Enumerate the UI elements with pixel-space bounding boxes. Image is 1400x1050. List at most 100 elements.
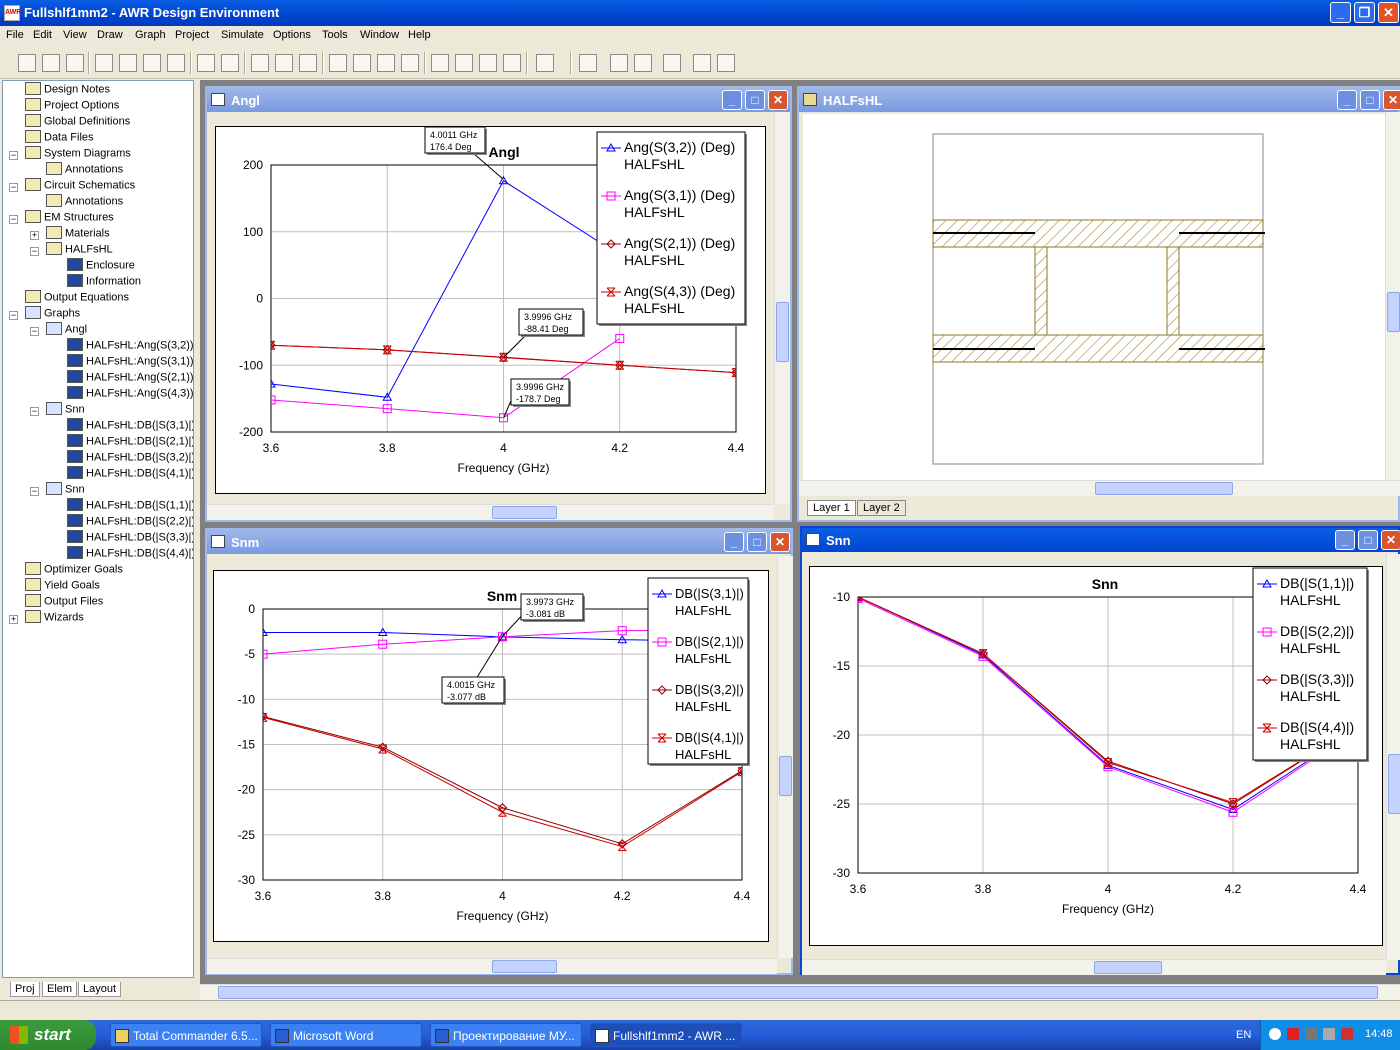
snm-maximize-button[interactable]: □ (747, 532, 767, 552)
menu-help[interactable]: Help (408, 29, 431, 41)
snm-close-button[interactable]: ✕ (770, 532, 790, 552)
menu-edit[interactable]: Edit (33, 29, 52, 41)
snm-minimize-button[interactable]: _ (724, 532, 744, 552)
tree-item[interactable]: Angl (46, 322, 87, 339)
tab-layout[interactable]: Layout (78, 982, 122, 997)
zoom-fit-icon[interactable] (299, 54, 317, 72)
halfshl-maximize-button[interactable]: □ (1360, 90, 1380, 110)
layout-icon[interactable] (579, 54, 597, 72)
collapse-icon[interactable]: − (30, 247, 39, 256)
tree-item[interactable]: HALFsHL:DB(|S(3,3)|) (67, 530, 193, 547)
tree-item[interactable]: HALFsHL:DB(|S(1,1)|) (67, 498, 193, 515)
snn-maximize-button[interactable]: □ (1358, 530, 1378, 550)
expand-icon[interactable]: + (9, 615, 18, 624)
tree-item[interactable]: HALFsHL:DB(|S(2,2)|) (67, 514, 193, 531)
tree-item[interactable]: HALFsHL:Ang(S(4,3)) (67, 386, 193, 403)
mdi-horizontal-scrollbar[interactable] (200, 984, 1400, 1000)
halfshl-horizontal-scrollbar[interactable] (799, 480, 1400, 496)
angl-close-button[interactable]: ✕ (768, 90, 788, 110)
tree-item[interactable]: Enclosure (67, 258, 135, 275)
snm-window-title-bar[interactable]: Snm _ □ ✕ (207, 530, 791, 554)
task-word-document[interactable]: Проектирование МУ... (430, 1023, 582, 1047)
tree-item[interactable]: Circuit Schematics (25, 178, 135, 195)
minimize-button[interactable]: _ (1330, 2, 1351, 23)
tree-item[interactable]: System Diagrams (25, 146, 131, 163)
tree-item[interactable]: Information (67, 274, 141, 291)
tree-item[interactable]: Wizards (25, 610, 84, 627)
menu-draw[interactable]: Draw (97, 29, 123, 41)
tree-item[interactable]: Global Definitions (25, 114, 130, 131)
layout-canvas[interactable] (803, 114, 1385, 480)
restore-button[interactable]: ❐ (1354, 2, 1375, 23)
snm-graph-window[interactable]: Snm _ □ ✕ Snm 3.6 3.8 4 4.2 4.4 0 -5 -10 -15 -20 -2… (205, 528, 793, 975)
paste-icon[interactable] (143, 54, 161, 72)
tray-arrow-icon[interactable] (1269, 1028, 1281, 1040)
undo-icon[interactable] (197, 54, 215, 72)
menu-tools[interactable]: Tools (322, 29, 348, 41)
tree-item[interactable]: HALFsHL:Ang(S(2,1)) (67, 370, 193, 387)
tree-item[interactable]: HALFsHL (46, 242, 113, 259)
tree-item[interactable]: HALFsHL:DB(|S(4,1)|) (67, 466, 193, 483)
halfshl-window-title-bar[interactable]: HALFsHL _ □ ✕ (799, 88, 1400, 112)
delete-icon[interactable] (167, 54, 185, 72)
snm-plot-area[interactable]: Snm 3.6 3.8 4 4.2 4.4 0 -5 -10 -15 -20 -25 -30 Freque… (213, 570, 769, 942)
snn-minimize-button[interactable]: _ (1335, 530, 1355, 550)
network-icon[interactable] (1323, 1028, 1335, 1040)
tree-item[interactable]: EM Structures (25, 210, 114, 227)
angl-maximize-button[interactable]: □ (745, 90, 765, 110)
tree-item[interactable]: Snn (46, 482, 85, 499)
menu-options[interactable]: Options (273, 29, 311, 41)
collapse-icon[interactable]: − (9, 215, 18, 224)
tree-item[interactable]: HALFsHL:DB(|S(2,1)|) (67, 434, 193, 451)
collapse-icon[interactable]: − (9, 183, 18, 192)
menu-window[interactable]: Window (360, 29, 399, 41)
tree-item[interactable]: HALFsHL:Ang(S(3,1)) (67, 354, 193, 371)
security-shield-icon[interactable] (1341, 1028, 1353, 1040)
tab-elem[interactable]: Elem (42, 982, 78, 997)
angl-graph-window[interactable]: Angl _ □ ✕ Angl 3.6 3.8 4 4.2 4.4 200 100 0 -100 -… (205, 86, 792, 522)
snn-close-button[interactable]: ✕ (1381, 530, 1400, 550)
tree-item[interactable]: Annotations (46, 162, 123, 179)
tab-layer-2[interactable]: Layer 2 (857, 500, 906, 516)
close-button[interactable]: ✕ (1378, 2, 1399, 23)
tree-item[interactable]: HALFsHL:DB(|S(4,4)|) (67, 546, 193, 563)
snm-chart[interactable]: Snm 3.6 3.8 4 4.2 4.4 0 -5 -10 -15 -20 -25 -30 Freque… (214, 571, 770, 943)
snn-chart[interactable]: Snn 3.6 3.8 4 4.2 4.4 -10 -15 -20 -25 -30 Frequency… (810, 567, 1384, 947)
tree-item[interactable]: Project Options (25, 98, 119, 115)
snn-horizontal-scrollbar[interactable] (802, 959, 1386, 975)
add-schematic-icon[interactable] (353, 54, 371, 72)
tree-item[interactable]: Annotations (46, 194, 123, 211)
menu-graph[interactable]: Graph (135, 29, 166, 41)
angl-chart[interactable]: Angl 3.6 3.8 4 4.2 4.4 200 100 0 -100 -200 Frequenc… (216, 126, 767, 495)
copy-icon[interactable] (119, 54, 137, 72)
snn-window-title-bar[interactable]: Snn _ □ ✕ (802, 528, 1400, 552)
snn-vertical-scrollbar[interactable] (1386, 554, 1400, 960)
app-title-bar[interactable]: AWR Fullshlf1mm2 - AWR Design Environmen… (0, 0, 1400, 26)
import-icon[interactable] (634, 54, 652, 72)
optimize-icon[interactable] (479, 54, 497, 72)
tab-proj[interactable]: Proj (10, 982, 40, 997)
collapse-icon[interactable]: − (30, 487, 39, 496)
add-graph-icon[interactable] (401, 54, 419, 72)
zoom-out-icon[interactable] (275, 54, 293, 72)
cut-icon[interactable] (95, 54, 113, 72)
properties-icon[interactable] (536, 54, 554, 72)
tree-item[interactable]: Data Files (25, 130, 94, 147)
task-microsoft-word[interactable]: Microsoft Word (270, 1023, 422, 1047)
menu-view[interactable]: View (63, 29, 87, 41)
angl-horizontal-scrollbar[interactable] (207, 504, 774, 520)
export-icon[interactable] (610, 54, 628, 72)
angl-plot-area[interactable]: Angl 3.6 3.8 4 4.2 4.4 200 100 0 -100 -200 Frequenc… (215, 126, 766, 494)
analyze-icon[interactable] (431, 54, 449, 72)
snn-graph-window[interactable]: Snn _ □ ✕ Snn 3.6 3.8 4 4.2 4.4 -10 -15 -20 -25 -3… (800, 526, 1400, 975)
tree-item[interactable]: Materials (46, 226, 110, 243)
collapse-icon[interactable]: − (9, 151, 18, 160)
expand-icon[interactable]: + (30, 231, 39, 240)
tree-item[interactable]: Optimizer Goals (25, 562, 123, 579)
task-awr[interactable]: Fullshlf1mm2 - AWR ... (590, 1023, 742, 1047)
tree-item[interactable]: Graphs (25, 306, 80, 323)
tree-item[interactable]: Snn (46, 402, 85, 419)
menu-file[interactable]: File (6, 29, 24, 41)
tab-layer-1[interactable]: Layer 1 (807, 500, 856, 516)
task-total-commander[interactable]: Total Commander 6.5... (110, 1023, 262, 1047)
